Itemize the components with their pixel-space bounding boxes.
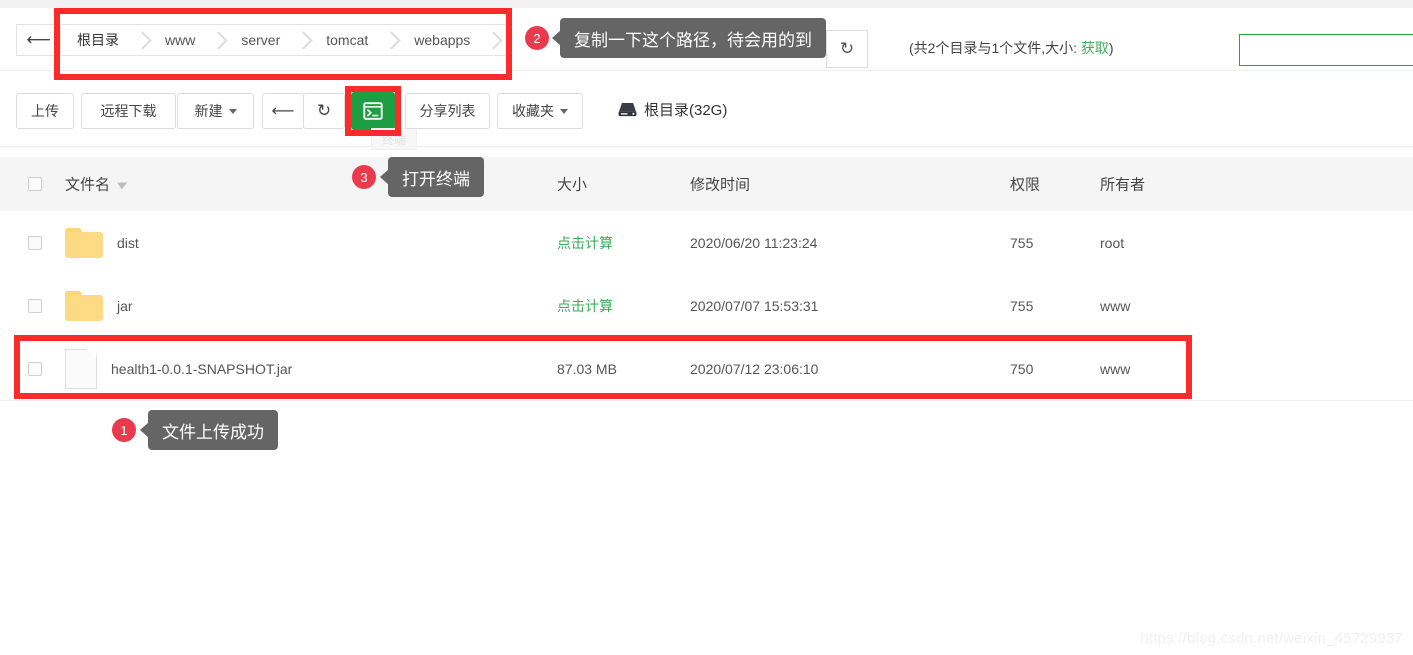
directory-size-fetch-link[interactable]: 获取 [1081, 40, 1109, 56]
disk-label-text: 根目录(32G) [644, 102, 728, 119]
row-filename-label: dist [117, 234, 139, 251]
chevron-down-icon [560, 108, 568, 114]
upload-button-label: 上传 [31, 103, 59, 119]
row-filename-label: health1-0.0.1-SNAPSHOT.jar [111, 360, 293, 377]
annotation-badge-1: 1 [112, 418, 136, 442]
annotation-badge-3: 3 [352, 165, 376, 189]
row-mtime: 2020/07/07 15:53:31 [690, 297, 819, 314]
column-header-filename-label: 文件名 [65, 176, 111, 194]
open-terminal-button[interactable] [351, 92, 395, 130]
share-list-button-label: 分享列表 [419, 103, 476, 119]
share-list-button[interactable]: 分享列表 [405, 93, 490, 129]
toolbar-refresh-button[interactable]: ↻ [303, 93, 345, 129]
chevron-right-icon [484, 25, 502, 55]
column-header-size[interactable]: 大小 [557, 174, 587, 195]
row-size-calc-link[interactable]: 点击计算 [557, 233, 613, 253]
file-icon [65, 348, 97, 389]
arrow-left-icon: ⟵ [26, 30, 51, 49]
row-checkbox[interactable] [28, 361, 42, 376]
refresh-icon: ↻ [316, 101, 332, 120]
row-checkbox[interactable] [28, 298, 42, 313]
row-size-calc-link[interactable]: 点击计算 [557, 296, 613, 316]
chevron-right-icon [133, 25, 151, 55]
directory-summary: (共2个目录与1个文件,大小: 获取) [909, 38, 1114, 58]
chevron-right-icon [382, 25, 400, 55]
remote-download-button[interactable]: 远程下载 [81, 93, 176, 129]
table-row[interactable]: dist 点击计算 2020/06/20 11:23:24 755 root [0, 211, 1413, 275]
breadcrumb-item-webapps[interactable]: webapps [400, 25, 484, 55]
top-gray-strip [0, 0, 1413, 8]
watermark: https://blog.csdn.net/weixin_45729937 [1140, 630, 1403, 647]
hard-drive-icon [618, 102, 637, 117]
new-button[interactable]: 新建 [177, 93, 254, 129]
breadcrumb-item-www[interactable]: www [151, 25, 209, 55]
breadcrumb-item-root[interactable]: 根目录 [61, 25, 133, 55]
disk-label: 根目录(32G) [618, 99, 727, 120]
row-checkbox[interactable] [28, 235, 42, 250]
table-row[interactable]: health1-0.0.1-SNAPSHOT.jar 87.03 MB 2020… [0, 337, 1413, 401]
refresh-icon: ↻ [839, 39, 855, 58]
remote-download-button-label: 远程下载 [100, 103, 157, 119]
toolbar-back-button[interactable]: ⟵ [262, 93, 304, 129]
row-owner[interactable]: www [1100, 361, 1130, 377]
terminal-icon [363, 102, 383, 120]
row-filename[interactable]: dist [65, 227, 139, 258]
chevron-down-icon [228, 108, 237, 114]
select-all-checkbox[interactable] [28, 177, 42, 191]
upload-button[interactable]: 上传 [16, 93, 74, 129]
sort-desc-icon[interactable] [117, 182, 128, 190]
breadcrumb-back-button[interactable]: ⟵ [16, 24, 60, 56]
table-row[interactable]: jar 点击计算 2020/07/07 15:53:31 755 www [0, 274, 1413, 338]
row-owner[interactable]: www [1100, 298, 1130, 314]
breadcrumb: 根目录 www server tomcat webapps [60, 24, 508, 56]
row-mtime: 2020/06/20 11:23:24 [690, 234, 818, 251]
row-size: 87.03 MB [557, 360, 617, 377]
arrow-left-icon: ⟵ [271, 103, 295, 120]
row-owner[interactable]: root [1100, 235, 1124, 251]
row-permission[interactable]: 750 [1010, 361, 1033, 377]
annotation-tooltip-2: 复制一下这个路径，待会用的到 [552, 18, 826, 58]
row-mtime: 2020/07/12 23:06:10 [690, 360, 819, 377]
row-filename[interactable]: jar [65, 290, 133, 321]
favorites-button-label: 收藏夹 [512, 103, 554, 119]
row-filename-label: jar [117, 297, 133, 314]
annotation-tooltip-1: 文件上传成功 [140, 410, 278, 450]
column-header-owner[interactable]: 所有者 [1100, 174, 1145, 195]
breadcrumb-item-tomcat[interactable]: tomcat [312, 25, 382, 55]
header-refresh-button[interactable]: ↻ [826, 30, 868, 68]
row-filename[interactable]: health1-0.0.1-SNAPSHOT.jar [65, 348, 293, 389]
annotation-badge-2: 2 [525, 26, 549, 50]
table-header: 文件名 大小 修改时间 权限 所有者 [0, 157, 1413, 212]
row-permission[interactable]: 755 [1010, 298, 1033, 314]
breadcrumb-item-server[interactable]: server [227, 25, 294, 55]
column-header-mtime[interactable]: 修改时间 [690, 174, 750, 195]
favorites-button[interactable]: 收藏夹 [497, 93, 583, 129]
column-header-permission[interactable]: 权限 [1010, 174, 1040, 195]
new-button-label: 新建 [194, 103, 223, 119]
column-header-filename[interactable]: 文件名 [65, 174, 128, 195]
directory-summary-prefix: (共2个目录与1个文件,大小: [909, 40, 1081, 56]
annotation-tooltip-3: 打开终端 [380, 157, 484, 197]
row-permission[interactable]: 755 [1010, 235, 1033, 251]
search-input[interactable] [1239, 34, 1413, 66]
terminal-ghost-tooltip: 终端 [371, 128, 417, 150]
folder-icon [65, 290, 103, 321]
folder-icon [65, 227, 103, 258]
chevron-right-icon [209, 25, 227, 55]
chevron-right-icon [294, 25, 312, 55]
directory-summary-suffix: ) [1108, 40, 1114, 56]
